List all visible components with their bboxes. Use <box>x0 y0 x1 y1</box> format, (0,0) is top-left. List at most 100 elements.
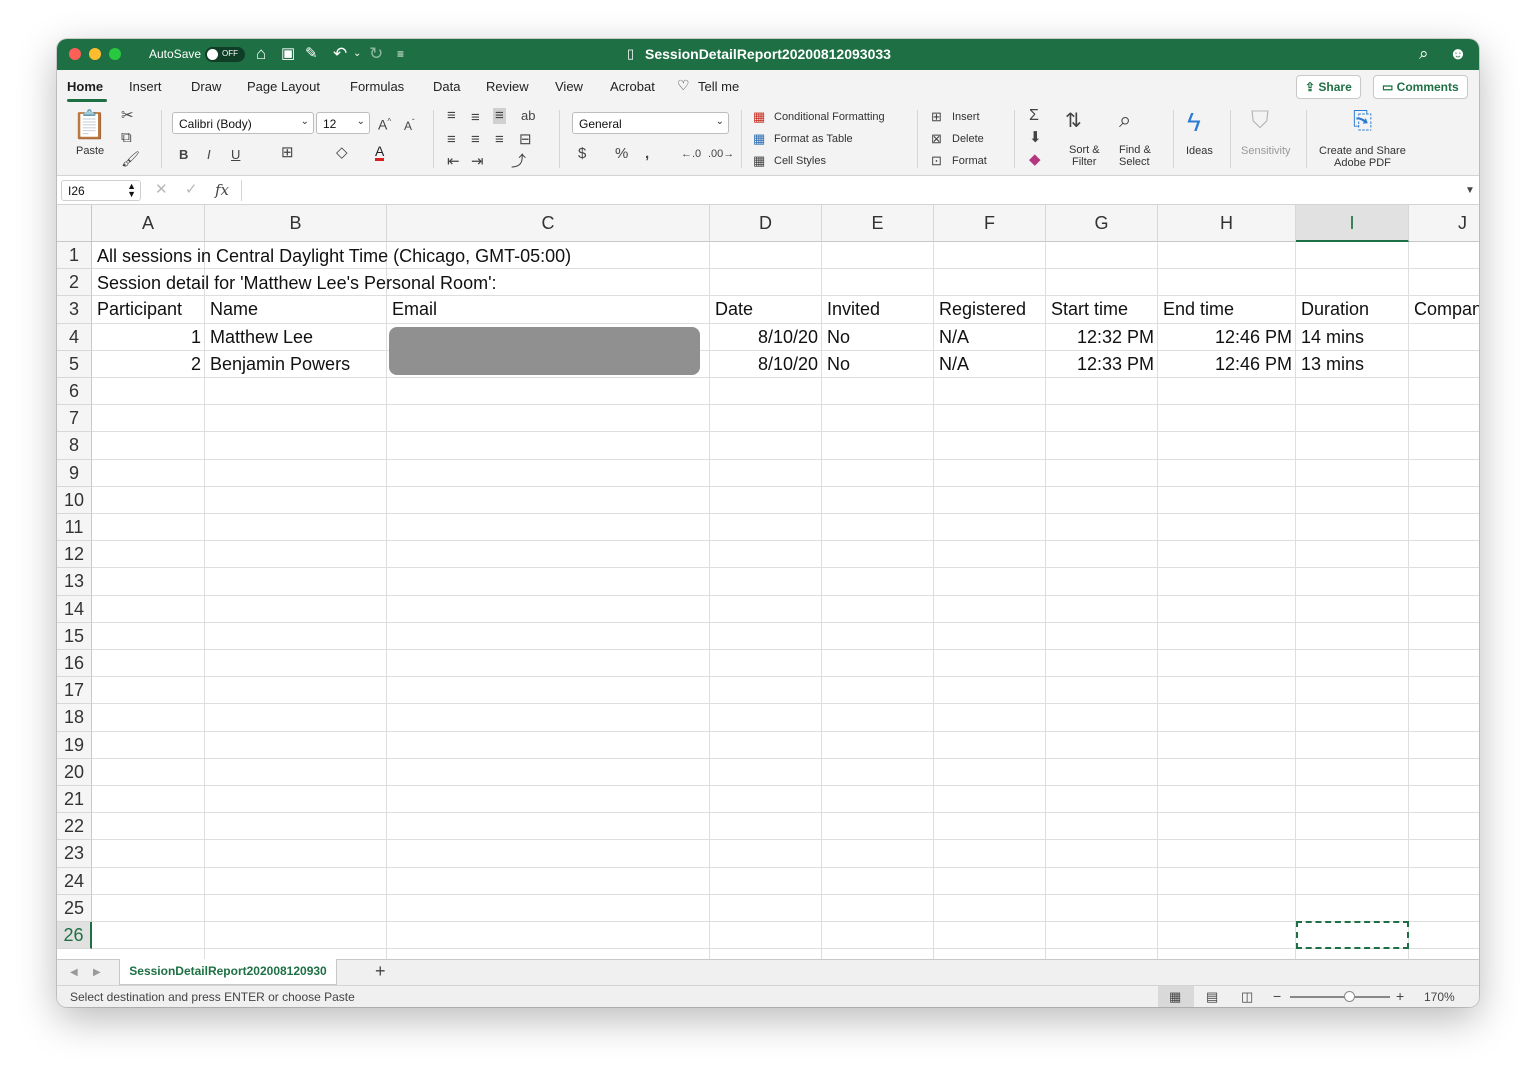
row-header-10[interactable]: 10 <box>57 486 92 514</box>
tab-draw[interactable]: Draw <box>191 79 221 94</box>
tell-me-field[interactable]: Tell me <box>698 79 739 94</box>
number-format-select[interactable]: General ⌄ <box>572 112 729 134</box>
cell-a1[interactable]: All sessions in Central Daylight Time (C… <box>93 243 793 270</box>
column-header-j[interactable]: J <box>1409 205 1479 242</box>
header-cell-j3[interactable]: Compan <box>1410 296 1479 323</box>
cancel-icon[interactable]: ✕ <box>155 182 168 198</box>
row-header-19[interactable]: 19 <box>57 731 92 759</box>
create-pdf-label-2[interactable]: Adobe PDF <box>1334 157 1391 169</box>
autosum-icon[interactable]: Σ <box>1029 108 1039 124</box>
row-header-13[interactable]: 13 <box>57 568 92 596</box>
find-select-icon[interactable]: ⌕ <box>1119 108 1131 132</box>
bold-icon[interactable]: B <box>179 147 188 163</box>
data-cell-e5[interactable]: No <box>823 351 934 378</box>
sensitivity-icon[interactable]: ⛉ <box>1251 108 1269 134</box>
account-icon[interactable]: ☻ <box>1449 44 1467 64</box>
data-cell-b5[interactable]: Benjamin Powers <box>206 351 387 378</box>
header-cell-i3[interactable]: Duration <box>1297 296 1409 323</box>
cut-icon[interactable]: ✂ <box>121 108 134 124</box>
row-header-22[interactable]: 22 <box>57 813 92 841</box>
data-cell-f4[interactable]: N/A <box>935 324 1046 351</box>
row-header-18[interactable]: 18 <box>57 704 92 732</box>
percent-icon[interactable]: % <box>615 146 628 162</box>
tab-home[interactable]: Home <box>67 79 103 94</box>
italic-icon[interactable]: I <box>207 147 211 163</box>
data-cell-g5[interactable]: 12:33 PM <box>1047 351 1158 378</box>
sort-filter-icon[interactable]: ⇅ <box>1065 110 1082 132</box>
header-cell-b3[interactable]: Name <box>206 296 387 323</box>
sheet-tab-active[interactable]: SessionDetailReport202008120930 <box>119 959 337 985</box>
delete-cells-button[interactable]: Delete <box>952 133 984 145</box>
insert-cells-button[interactable]: Insert <box>952 111 980 123</box>
close-window-button[interactable] <box>69 48 81 60</box>
row-header-9[interactable]: 9 <box>57 459 92 487</box>
merge-center-icon[interactable]: ⊟ <box>519 132 532 148</box>
row-header-24[interactable]: 24 <box>57 867 92 895</box>
insert-function-icon[interactable]: fx <box>215 182 229 198</box>
column-header-c[interactable]: C <box>387 205 710 242</box>
name-box[interactable]: I26 ▲ ▼ <box>61 180 141 201</box>
row-header-15[interactable]: 15 <box>57 622 92 650</box>
row-header-16[interactable]: 16 <box>57 650 92 678</box>
align-bottom-icon[interactable]: ≡ <box>493 108 506 124</box>
tab-data[interactable]: Data <box>433 79 460 94</box>
tab-view[interactable]: View <box>555 79 583 94</box>
row-header-6[interactable]: 6 <box>57 378 92 406</box>
row-header-25[interactable]: 25 <box>57 894 92 922</box>
delete-cells-icon[interactable]: ⊠ <box>931 131 942 147</box>
data-cell-g4[interactable]: 12:32 PM <box>1047 324 1158 351</box>
data-cell-a5[interactable]: 2 <box>93 351 205 378</box>
zoom-in-icon[interactable]: + <box>1396 988 1404 1004</box>
enter-icon[interactable]: ✓ <box>185 182 198 198</box>
zoom-slider-thumb[interactable] <box>1344 991 1355 1002</box>
paste-icon[interactable]: 📋 <box>72 110 107 140</box>
row-header-7[interactable]: 7 <box>57 405 92 433</box>
data-cell-a4[interactable]: 1 <box>93 324 205 351</box>
row-header-14[interactable]: 14 <box>57 595 92 623</box>
tab-review[interactable]: Review <box>486 79 529 94</box>
find-select-label-2[interactable]: Select <box>1119 156 1150 168</box>
tab-insert[interactable]: Insert <box>129 79 162 94</box>
page-break-view-icon[interactable]: ◫ <box>1241 989 1253 1005</box>
paste-label[interactable]: Paste <box>76 145 104 157</box>
header-cell-a3[interactable]: Participant <box>93 296 205 323</box>
format-as-table-button[interactable]: Format as Table <box>774 133 853 145</box>
row-header-26[interactable]: 26 <box>57 922 92 950</box>
row-header-2[interactable]: 2 <box>57 269 92 297</box>
data-cell-d4[interactable]: 8/10/20 <box>711 324 822 351</box>
save-icon[interactable]: ▣ <box>281 44 295 64</box>
header-cell-h3[interactable]: End time <box>1159 296 1296 323</box>
data-cell-i5[interactable]: 13 mins <box>1297 351 1409 378</box>
cell-styles-icon[interactable]: ▦ <box>753 153 765 169</box>
decrease-font-icon[interactable]: Aˇ <box>404 115 415 134</box>
row-header-5[interactable]: 5 <box>57 350 92 378</box>
data-cell-h5[interactable]: 12:46 PM <box>1159 351 1296 378</box>
sort-filter-label-2[interactable]: Filter <box>1072 156 1096 168</box>
zoom-window-button[interactable] <box>109 48 121 60</box>
font-color-icon[interactable]: A <box>375 144 385 161</box>
prev-sheet-icon[interactable]: ◀ <box>70 965 78 981</box>
tab-formulas[interactable]: Formulas <box>350 79 404 94</box>
column-header-d[interactable]: D <box>710 205 822 242</box>
format-painter-icon[interactable]: 🖌 <box>121 152 140 168</box>
add-sheet-button[interactable]: + <box>375 962 386 980</box>
zoom-slider[interactable] <box>1290 996 1390 998</box>
row-header-23[interactable]: 23 <box>57 840 92 868</box>
font-name-select[interactable]: Calibri (Body) ⌄ <box>172 112 314 134</box>
select-all-corner[interactable] <box>57 205 92 242</box>
data-cell-e4[interactable]: No <box>823 324 934 351</box>
borders-icon[interactable]: ⊞ <box>281 145 294 161</box>
align-middle-icon[interactable]: ≡ <box>471 110 480 126</box>
header-cell-g3[interactable]: Start time <box>1047 296 1158 323</box>
ideas-icon[interactable]: ϟ <box>1187 108 1201 136</box>
search-icon[interactable]: ⌕ <box>1419 44 1429 64</box>
row-header-1[interactable]: 1 <box>57 242 92 270</box>
row-header-12[interactable]: 12 <box>57 541 92 569</box>
underline-icon[interactable]: U <box>231 147 240 163</box>
column-header-b[interactable]: B <box>205 205 387 242</box>
conditional-formatting-button[interactable]: Conditional Formatting <box>774 111 885 123</box>
tab-page-layout[interactable]: Page Layout <box>247 79 320 94</box>
header-cell-d3[interactable]: Date <box>711 296 822 323</box>
header-cell-f3[interactable]: Registered <box>935 296 1046 323</box>
copy-icon[interactable]: ⧉ <box>121 130 132 146</box>
